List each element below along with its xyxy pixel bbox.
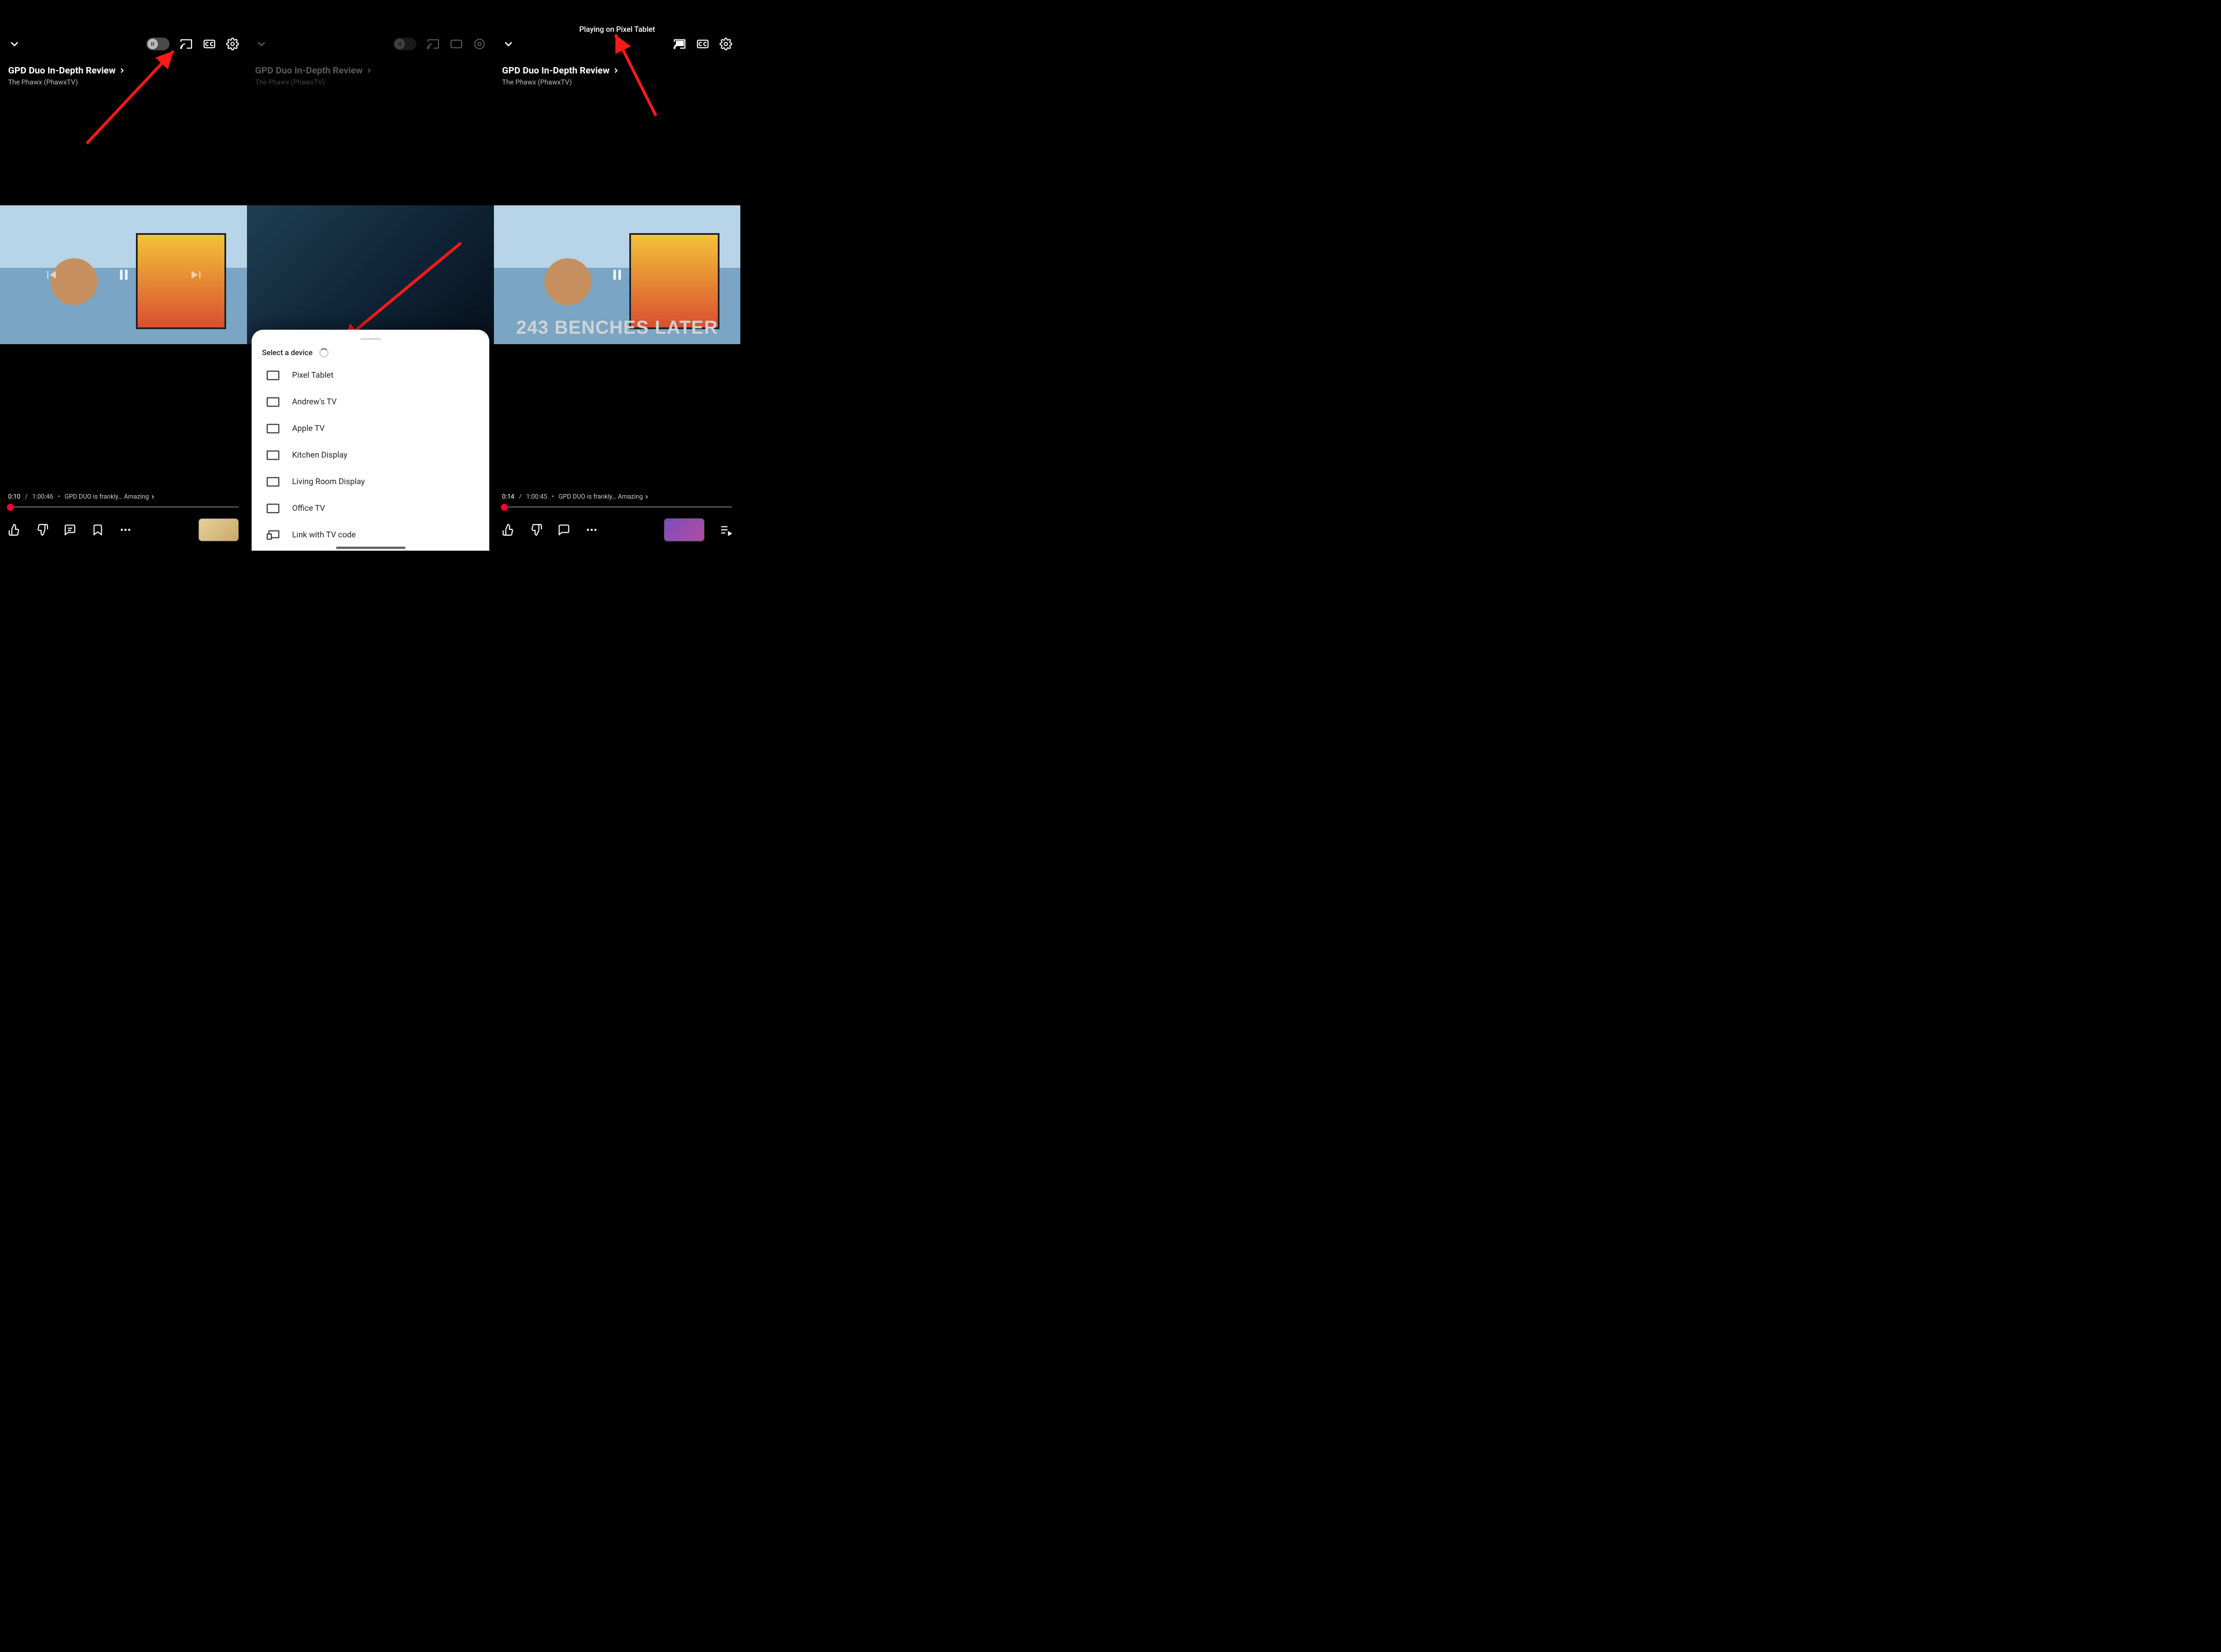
autoplay-toggle[interactable]: [393, 38, 416, 50]
chapter-link[interactable]: GPD DUO is frankly… Amazing: [65, 493, 156, 500]
queue-icon[interactable]: [720, 523, 732, 536]
collapse-chevron-icon[interactable]: [8, 38, 21, 50]
save-bookmark-icon[interactable]: [91, 523, 104, 536]
video-surface[interactable]: [0, 205, 247, 344]
settings-gear-icon[interactable]: [473, 38, 486, 50]
device-item-office[interactable]: Office TV: [252, 495, 489, 522]
captions-icon[interactable]: [203, 38, 216, 50]
seek-bar[interactable]: [502, 506, 732, 508]
device-item-pixel-tablet[interactable]: Pixel Tablet: [252, 362, 489, 389]
captions-icon[interactable]: [696, 38, 709, 50]
current-time: 0:14: [502, 493, 514, 500]
channel-name[interactable]: The Phawx (PhawxTV): [8, 78, 239, 86]
device-item-andrews-tv[interactable]: Andrew's TV: [252, 389, 489, 415]
cast-status-text: Playing on Pixel Tablet: [494, 25, 740, 34]
home-indicator[interactable]: [336, 547, 405, 549]
dislike-icon[interactable]: [530, 523, 543, 536]
sheet-grabber[interactable]: [360, 338, 381, 340]
sheet-title: Select a device: [262, 349, 312, 357]
collapse-chevron-icon[interactable]: [502, 38, 515, 50]
collapse-chevron-icon[interactable]: [255, 38, 268, 50]
autoplay-toggle[interactable]: [146, 38, 169, 50]
seek-bar[interactable]: [8, 506, 239, 508]
time-chapter-row: 0:10 / 1:00:46 • GPD DUO is frankly… Ama…: [8, 493, 239, 500]
device-item-kitchen[interactable]: Kitchen Display: [252, 442, 489, 469]
pause-button[interactable]: [607, 264, 628, 285]
more-icon[interactable]: [119, 523, 132, 536]
video-surface[interactable]: 243 BENCHES LATER: [494, 205, 740, 344]
comments-icon[interactable]: [64, 523, 76, 536]
settings-gear-icon[interactable]: [720, 38, 732, 50]
current-time: 0:10: [8, 493, 20, 500]
chapter-link[interactable]: GPD DUO is frankly… Amazing: [559, 493, 650, 500]
captions-icon[interactable]: [450, 38, 463, 50]
loading-spinner-icon: [319, 348, 329, 357]
panel-casting-active: Playing on Pixel Tablet GPD Duo In-Depth…: [494, 0, 740, 551]
next-button[interactable]: [186, 264, 207, 285]
time-chapter-row: 0:14 / 1:00:45 • GPD DUO is frankly… Ama…: [502, 493, 732, 500]
dislike-icon[interactable]: [36, 523, 49, 536]
cast-icon[interactable]: [427, 38, 440, 50]
like-icon[interactable]: [8, 523, 21, 536]
video-title-text: GPD Duo In-Depth Review: [8, 65, 116, 76]
total-time: 1:00:46: [32, 493, 53, 500]
next-video-thumb[interactable]: [198, 518, 239, 541]
dot-sep: •: [58, 493, 60, 500]
channel-name: The Phawx (PhawxTV): [255, 78, 486, 86]
total-time: 1:00:45: [526, 493, 547, 500]
next-video-thumb[interactable]: [664, 518, 704, 541]
panel-before-cast: GPD Duo In-Depth Review The Phawx (Phawx…: [0, 0, 247, 551]
previous-button[interactable]: [40, 264, 61, 285]
pause-button[interactable]: [113, 264, 134, 285]
cast-connected-icon[interactable]: [673, 38, 686, 50]
video-overlay-text: 243 BENCHES LATER: [494, 317, 740, 338]
video-title: GPD Duo In-Depth Review: [255, 65, 486, 76]
video-surface: [247, 205, 494, 344]
device-item-apple-tv[interactable]: Apple TV: [252, 415, 489, 442]
panel-device-picker: GPD Duo In-Depth Review The Phawx (Phawx…: [247, 0, 494, 551]
video-title[interactable]: GPD Duo In-Depth Review: [502, 65, 732, 76]
channel-name[interactable]: The Phawx (PhawxTV): [502, 78, 732, 86]
device-item-link-code[interactable]: Link with TV code: [252, 522, 489, 548]
video-title[interactable]: GPD Duo In-Depth Review: [8, 65, 239, 76]
device-item-living-room[interactable]: Living Room Display: [252, 469, 489, 495]
annotation-arrow-1: [81, 45, 185, 152]
comments-icon[interactable]: [558, 523, 570, 536]
cast-device-sheet: Select a device Pixel Tablet Andrew's TV…: [252, 330, 489, 551]
time-sep: /: [25, 493, 28, 500]
more-icon[interactable]: [585, 523, 598, 536]
like-icon[interactable]: [502, 523, 515, 536]
cast-icon[interactable]: [180, 38, 193, 50]
settings-gear-icon[interactable]: [226, 38, 239, 50]
